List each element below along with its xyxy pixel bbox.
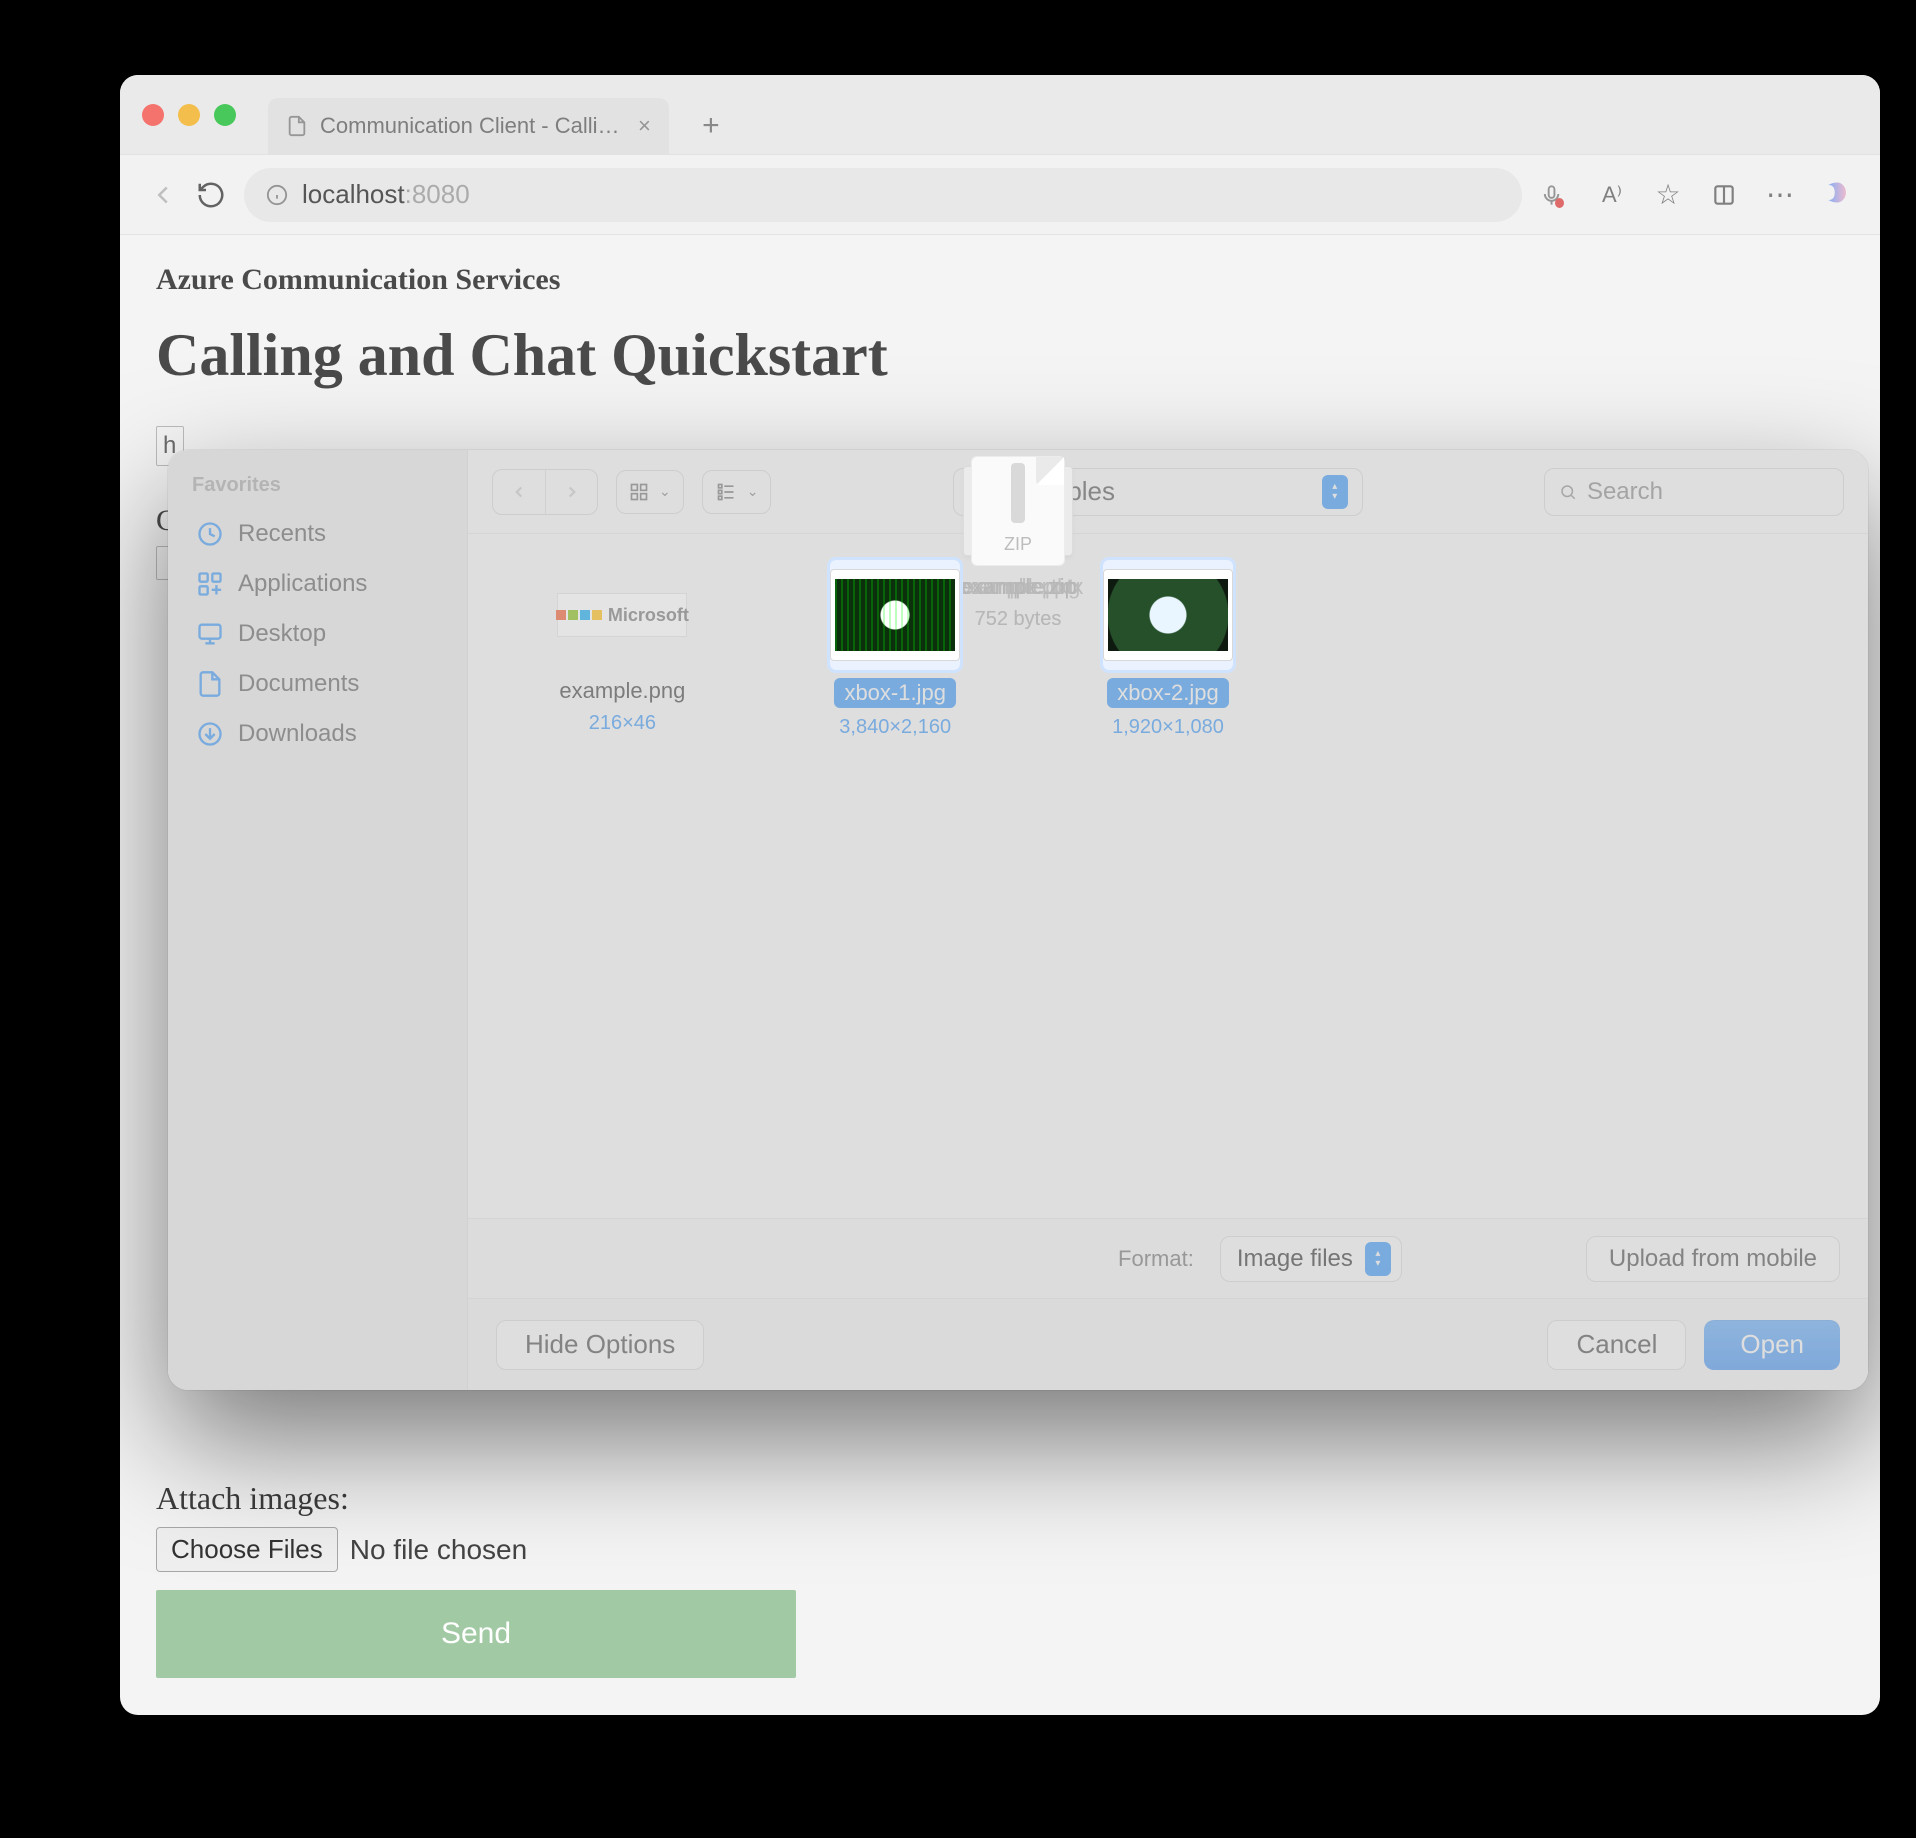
- image-preview: [830, 569, 960, 661]
- attach-label: Attach images:: [156, 1480, 806, 1517]
- file-open-dialog: Favorites Recents Applications Desktop D…: [168, 450, 1868, 1390]
- file-thumb: [830, 560, 960, 670]
- zip-file-icon: ZIP: [971, 534, 1065, 566]
- choose-files-button[interactable]: Choose Files: [156, 1527, 338, 1572]
- attach-section: Attach images: Choose Files No file chos…: [156, 1480, 806, 1678]
- send-button[interactable]: Send: [156, 1590, 796, 1678]
- file-meta: 752 bytes: [975, 608, 1062, 631]
- file-thumb: ZIP: [953, 534, 1083, 566]
- file-thumb: [1103, 560, 1233, 670]
- file-name: example.zip: [959, 574, 1076, 600]
- file-grid: example.pkg 752 bytes Microsoft example.…: [468, 534, 1868, 1218]
- file-status: No file chosen: [350, 1534, 527, 1566]
- image-preview: [1103, 569, 1233, 661]
